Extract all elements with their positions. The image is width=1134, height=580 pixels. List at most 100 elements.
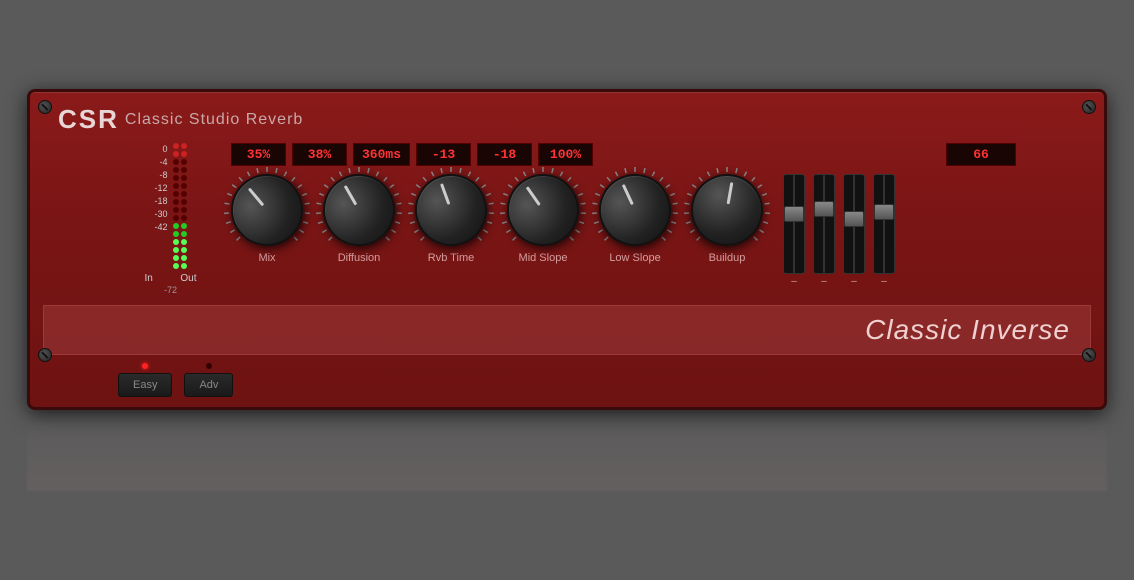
knobs-section: Mix Diffusion <box>231 174 763 264</box>
preset-name: Classic Inverse <box>865 314 1070 346</box>
fader-group-3: – <box>843 174 865 287</box>
vu-dot <box>173 199 179 205</box>
vu-in-label: In <box>145 273 153 284</box>
vu-dot <box>181 239 187 245</box>
vu-dot <box>173 159 179 165</box>
vu-dot <box>173 223 179 229</box>
vu-dot <box>173 191 179 197</box>
mix-display[interactable]: 35% <box>231 143 286 166</box>
knob-group-buildup: Buildup <box>691 174 763 264</box>
vu-dot <box>181 215 187 221</box>
preset-bar[interactable]: Classic Inverse <box>43 305 1091 355</box>
vu-dot <box>181 231 187 237</box>
vu-dot <box>181 191 187 197</box>
vu-dot <box>173 175 179 181</box>
rvb-time-display[interactable]: 360ms <box>353 143 410 166</box>
vu-section: 0 -4 -8 -12 -18 -30 -42 <box>118 143 223 295</box>
diffusion-knob-label: Diffusion <box>338 252 381 264</box>
rvb-time-knob[interactable] <box>415 174 487 246</box>
screw-tr <box>1082 100 1096 114</box>
fader-4-handle[interactable] <box>874 204 894 220</box>
vu-dot <box>173 215 179 221</box>
vu-dot <box>173 143 179 149</box>
buildup-display[interactable]: 100% <box>538 143 593 166</box>
fader-2-handle[interactable] <box>814 201 834 217</box>
mid-slope-display[interactable]: -13 <box>416 143 471 166</box>
diffusion-knob-body[interactable] <box>310 161 408 259</box>
fader-1-label: – <box>791 276 797 287</box>
vu-dot <box>181 207 187 213</box>
vu-dot <box>181 247 187 253</box>
buildup-knob[interactable] <box>691 174 763 246</box>
low-slope-display[interactable]: -18 <box>477 143 532 166</box>
rvb-time-knob-body[interactable] <box>405 164 497 256</box>
vu-bottom-label: -72 <box>164 285 177 295</box>
vu-dot <box>173 167 179 173</box>
knob-group-diffusion: Diffusion <box>323 174 395 264</box>
fader-1-handle[interactable] <box>784 206 804 222</box>
vu-dot <box>181 199 187 205</box>
vu-dot <box>173 183 179 189</box>
fader-2-track <box>823 175 825 273</box>
main-content: 0 -4 -8 -12 -18 -30 -42 <box>48 143 1086 295</box>
fader-3-handle[interactable] <box>844 211 864 227</box>
low-slope-knob-body[interactable] <box>587 162 683 258</box>
bottom-section: Easy Adv <box>48 355 1086 397</box>
value-displays: 35% 38% 360ms -13 -18 100% 66 <box>231 143 1016 166</box>
rvb-time-knob-label: Rvb Time <box>428 252 474 264</box>
fader-2[interactable] <box>813 174 835 274</box>
vu-dot <box>173 231 179 237</box>
screw-tl <box>38 100 52 114</box>
reflection <box>27 411 1107 491</box>
adv-button[interactable]: Adv <box>184 373 233 397</box>
easy-button[interactable]: Easy <box>118 373 172 397</box>
mid-slope-knob-body[interactable] <box>493 160 593 260</box>
header: CSR Classic Studio Reverb <box>48 104 1086 135</box>
vu-dot <box>181 167 187 173</box>
knob-group-rvb-time: Rvb Time <box>415 174 487 264</box>
fader-1-track <box>793 175 795 273</box>
buildup-knob-label: Buildup <box>709 252 746 264</box>
screw-br <box>1082 348 1096 362</box>
vu-in-strip <box>173 143 179 269</box>
fader-2-label: – <box>821 276 827 287</box>
mid-slope-knob[interactable] <box>507 174 579 246</box>
low-slope-knob-label: Low Slope <box>609 252 660 264</box>
easy-button-group: Easy <box>118 363 172 397</box>
fader-4-track <box>883 175 885 273</box>
vu-out-strip <box>181 143 187 269</box>
easy-led <box>142 363 148 369</box>
fader-display[interactable]: 66 <box>946 143 1016 166</box>
vu-db-labels: 0 -4 -8 -12 -18 -30 -42 <box>154 143 167 234</box>
fader-4-label: – <box>881 276 887 287</box>
adv-led <box>206 363 212 369</box>
fader-4[interactable] <box>873 174 895 274</box>
vu-dot <box>181 183 187 189</box>
vu-dot <box>173 207 179 213</box>
adv-button-group: Adv <box>184 363 233 397</box>
fader-1[interactable] <box>783 174 805 274</box>
vu-dot <box>181 151 187 157</box>
fader-group-1: – <box>783 174 805 287</box>
fader-group-2: – <box>813 174 835 287</box>
vu-dot <box>181 263 187 269</box>
knob-group-mid-slope: Mid Slope <box>507 174 579 264</box>
vu-dot <box>173 239 179 245</box>
vu-dot <box>173 263 179 269</box>
vu-out-label: Out <box>180 273 196 284</box>
diffusion-display[interactable]: 38% <box>292 143 347 166</box>
vu-dot <box>173 247 179 253</box>
brand-abbr: CSR <box>58 104 119 135</box>
fader-group-4: – <box>873 174 895 287</box>
vu-dot <box>181 175 187 181</box>
low-slope-knob[interactable] <box>599 174 671 246</box>
diffusion-knob[interactable] <box>323 174 395 246</box>
mix-knob[interactable] <box>231 174 303 246</box>
mid-slope-knob-label: Mid Slope <box>519 252 568 264</box>
faders-section: – – <box>783 174 895 287</box>
buildup-knob-body[interactable] <box>685 168 768 251</box>
vu-dot <box>181 159 187 165</box>
vu-dot <box>181 223 187 229</box>
fader-3[interactable] <box>843 174 865 274</box>
vu-dot <box>173 151 179 157</box>
